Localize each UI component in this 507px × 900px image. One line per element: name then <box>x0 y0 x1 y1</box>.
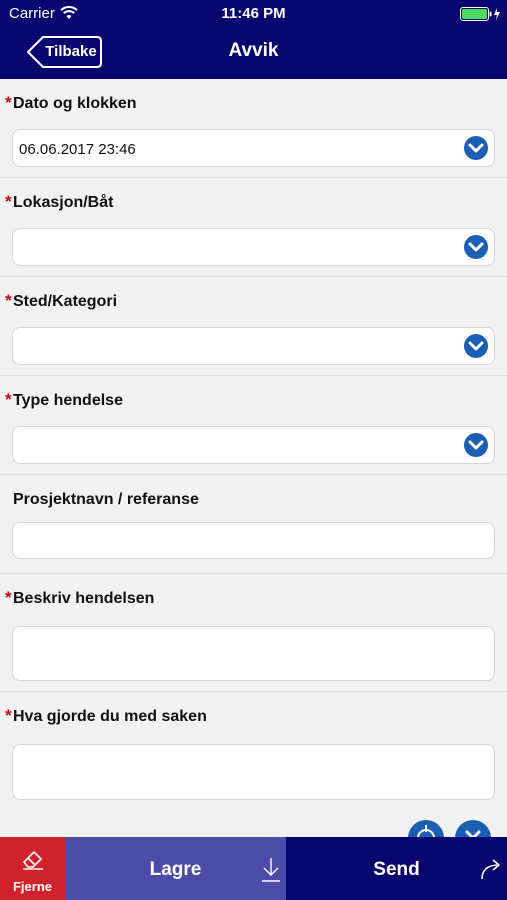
field-label: Sted/Kategori <box>13 293 118 310</box>
date-time-value: 06.06.2017 23:46 <box>19 141 136 158</box>
close-button[interactable] <box>455 820 491 837</box>
required-marker: * <box>5 706 12 725</box>
location-dropdown[interactable] <box>12 228 495 266</box>
project-reference-input[interactable] <box>12 522 495 559</box>
field-label: Lokasjon/Båt <box>13 194 114 211</box>
field-label: Prosjektnavn / referanse <box>13 491 199 508</box>
field-describe-event: * Beskriv hendelsen <box>0 574 507 692</box>
field-category: * Sted/Kategori <box>0 277 507 376</box>
download-icon <box>262 858 280 882</box>
navigation-bar: Tilbake Avvik <box>0 28 507 79</box>
bottom-toolbar: Fjerne Lagre Send <box>0 837 507 900</box>
chevron-down-icon <box>464 136 488 160</box>
field-label: Type hendelse <box>13 392 123 409</box>
status-bar: Carrier 11:46 PM <box>0 0 507 28</box>
share-icon <box>481 859 500 880</box>
eraser-icon <box>23 851 43 870</box>
event-type-dropdown[interactable] <box>12 426 495 464</box>
locate-button[interactable] <box>408 820 444 837</box>
field-location: * Lokasjon/Båt <box>0 178 507 277</box>
field-event-type: * Type hendelse <box>0 376 507 475</box>
action-taken-textarea[interactable] <box>12 744 495 800</box>
deviation-form: * Dato og klokken 06.06.2017 23:46 * Lok… <box>0 79 507 811</box>
field-label: Beskriv hendelsen <box>13 590 155 607</box>
send-button[interactable]: Send <box>286 837 507 900</box>
clock: 11:46 PM <box>221 5 286 22</box>
field-project-reference: Prosjektnavn / referanse <box>0 475 507 574</box>
date-time-dropdown[interactable]: 06.06.2017 23:46 <box>12 129 495 167</box>
required-marker: * <box>5 291 12 310</box>
remove-button-label: Fjerne <box>12 879 52 894</box>
field-label: Dato og klokken <box>13 95 137 112</box>
required-marker: * <box>5 390 12 409</box>
describe-event-textarea[interactable] <box>12 626 495 681</box>
close-icon <box>465 830 481 837</box>
page-title: Avvik <box>228 40 279 61</box>
field-date-time: * Dato og klokken 06.06.2017 23:46 <box>0 79 507 178</box>
battery-icon <box>460 7 500 21</box>
required-marker: * <box>5 93 12 112</box>
chevron-down-icon <box>464 334 488 358</box>
send-button-label: Send <box>373 859 420 880</box>
field-action-taken: * Hva gjorde du med saken <box>0 692 507 811</box>
category-dropdown[interactable] <box>12 327 495 365</box>
required-marker: * <box>5 588 12 607</box>
chevron-down-icon <box>464 235 488 259</box>
save-button[interactable]: Lagre <box>65 837 286 900</box>
save-button-label: Lagre <box>149 859 202 880</box>
required-marker: * <box>5 192 12 211</box>
locate-icon <box>413 825 439 837</box>
chevron-down-icon <box>464 433 488 457</box>
remove-button[interactable]: Fjerne <box>0 837 65 900</box>
floating-actions-area <box>0 810 507 837</box>
field-label: Hva gjorde du med saken <box>13 708 207 725</box>
